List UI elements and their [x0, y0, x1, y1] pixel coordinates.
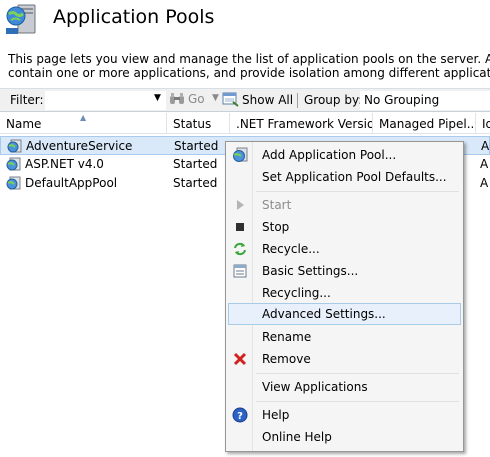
group-by-label: Group by:	[304, 93, 363, 107]
menu-item-label: Recycle...	[262, 242, 320, 256]
app-pool-icon	[6, 157, 21, 171]
app-pool-icon	[233, 147, 248, 162]
menu-item-basic-settings[interactable]: Basic Settings...	[228, 260, 461, 282]
show-all-button[interactable]: Show All	[222, 92, 293, 107]
stop-icon	[236, 223, 244, 231]
menu-item-label: Set Application Pool Defaults...	[262, 170, 447, 184]
column-header-status[interactable]: Status	[167, 113, 230, 134]
menu-item-label: Rename	[262, 330, 312, 344]
menu-item-stop[interactable]: Stop	[228, 216, 461, 238]
menu-item-help[interactable]: ? Help	[228, 404, 461, 426]
description-line: contain one or more applications, and pr…	[8, 66, 490, 80]
menu-item-view-applications[interactable]: View Applications	[228, 376, 461, 398]
server-globe-icon	[6, 4, 36, 34]
help-icon: ?	[232, 407, 248, 423]
remove-icon	[233, 352, 247, 366]
menu-item-label: Recycling...	[262, 286, 331, 300]
go-label: Go	[188, 92, 205, 106]
app-pool-icon	[6, 176, 21, 190]
show-all-icon	[222, 92, 239, 107]
column-header-name[interactable]: Name	[0, 113, 167, 134]
row-status: Started	[174, 139, 219, 153]
go-dropdown-arrow[interactable]: ▼	[212, 93, 219, 103]
table-header: ▲ Name Status .NET Framework Version Man…	[0, 113, 490, 134]
menu-item-label: Add Application Pool...	[262, 148, 397, 162]
row-status: Started	[173, 176, 218, 190]
menu-item-label: Stop	[262, 220, 290, 234]
row-name: AdventureService	[26, 139, 133, 153]
menu-item-start[interactable]: Start	[228, 194, 461, 216]
menu-item-label: Basic Settings...	[262, 264, 359, 278]
svg-text:?: ?	[237, 411, 243, 422]
context-menu: Add Application Pool... Set Application …	[225, 141, 464, 452]
menu-item-label: Help	[262, 408, 290, 422]
column-header-framework[interactable]: .NET Framework Version	[230, 113, 373, 134]
menu-item-remove[interactable]: Remove	[228, 348, 461, 370]
menu-item-label: Advanced Settings...	[262, 307, 386, 321]
row-identity: A	[480, 176, 489, 190]
page-title: Application Pools	[53, 6, 215, 28]
column-header-pipeline[interactable]: Managed Pipel...	[373, 113, 476, 134]
column-header-identity[interactable]: Id	[476, 113, 490, 134]
description-line: This page lets you view and manage the l…	[8, 52, 490, 66]
filter-label: Filter:	[10, 93, 44, 107]
filter-input[interactable]	[45, 91, 166, 110]
row-name: DefaultAppPool	[25, 176, 118, 190]
page-description: This page lets you view and manage the l…	[8, 52, 490, 80]
app-pool-icon	[7, 139, 22, 153]
iis-manager-pane: Application Pools This page lets you vie…	[0, 0, 490, 457]
menu-item-label: Online Help	[262, 430, 332, 444]
menu-item-recycling[interactable]: Recycling...	[228, 282, 461, 304]
row-status: Started	[173, 157, 218, 171]
show-all-label: Show All	[242, 92, 294, 107]
menu-item-advanced-settings[interactable]: Advanced Settings...	[228, 303, 461, 325]
menu-item-online-help[interactable]: Online Help	[228, 426, 461, 448]
menu-item-set-defaults[interactable]: Set Application Pool Defaults...	[228, 166, 461, 188]
row-identity: A	[480, 157, 489, 171]
recycle-icon	[234, 242, 246, 256]
menu-item-label: View Applications	[262, 380, 368, 394]
menu-item-add-application-pool[interactable]: Add Application Pool...	[228, 144, 461, 166]
menu-item-label: Start	[262, 198, 292, 212]
go-button[interactable]: Go	[169, 92, 205, 106]
row-name: ASP.NET v4.0	[25, 157, 104, 171]
group-by-select[interactable]: No Grouping	[360, 91, 490, 110]
filter-toolbar: Filter: ▼ Go ▼ Show All Group by: No Gro…	[0, 88, 490, 112]
binoculars-icon	[170, 93, 184, 104]
menu-separator	[256, 191, 459, 192]
filter-dropdown-arrow[interactable]: ▼	[154, 93, 161, 103]
row-identity: A	[481, 139, 490, 153]
toolbar-separator	[297, 93, 298, 108]
menu-item-label: Remove	[262, 352, 311, 366]
settings-icon	[233, 264, 247, 278]
play-icon	[237, 200, 244, 210]
menu-separator	[256, 373, 459, 374]
menu-item-recycle[interactable]: Recycle...	[228, 238, 461, 260]
menu-separator	[256, 401, 459, 402]
menu-item-rename[interactable]: Rename	[228, 326, 461, 348]
